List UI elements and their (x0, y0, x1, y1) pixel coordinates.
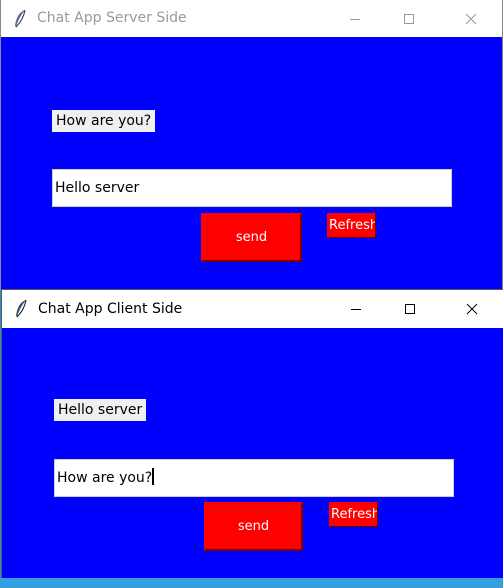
close-icon (466, 303, 478, 314)
text-caret (152, 468, 155, 485)
minimize-icon (350, 18, 360, 20)
message-input[interactable]: Hello server (52, 169, 452, 207)
client-window: Chat App Client Side Hello server How ar… (1, 289, 503, 581)
maximize-button[interactable] (386, 0, 432, 37)
server-window: Chat App Server Side How are you? Hello … (0, 0, 503, 290)
close-button[interactable] (448, 0, 494, 37)
send-button[interactable]: send (204, 502, 303, 551)
server-titlebar[interactable]: Chat App Server Side (1, 0, 502, 37)
close-icon (465, 13, 477, 24)
maximize-icon (404, 13, 414, 24)
client-titlebar[interactable]: Chat App Client Side (2, 290, 503, 328)
send-button[interactable]: send (201, 213, 302, 262)
server-window-title: Chat App Server Side (37, 10, 187, 26)
close-button[interactable] (449, 290, 495, 327)
refresh-button[interactable]: Refresh (327, 213, 376, 238)
minimize-icon (351, 308, 361, 310)
refresh-button[interactable]: Refresh (329, 502, 378, 527)
desktop-taskbar-strip (0, 578, 503, 588)
received-message-label: Hello server (54, 399, 147, 421)
message-input[interactable]: How are you? (54, 459, 454, 497)
minimize-button[interactable] (333, 290, 379, 327)
maximize-icon (405, 303, 415, 314)
feather-icon (16, 299, 27, 318)
client-window-title: Chat App Client Side (38, 301, 183, 317)
maximize-button[interactable] (387, 290, 433, 327)
feather-icon (15, 9, 26, 28)
minimize-button[interactable] (332, 0, 378, 37)
message-input-text: How are you? (57, 470, 153, 486)
received-message-label: How are you? (52, 110, 156, 132)
